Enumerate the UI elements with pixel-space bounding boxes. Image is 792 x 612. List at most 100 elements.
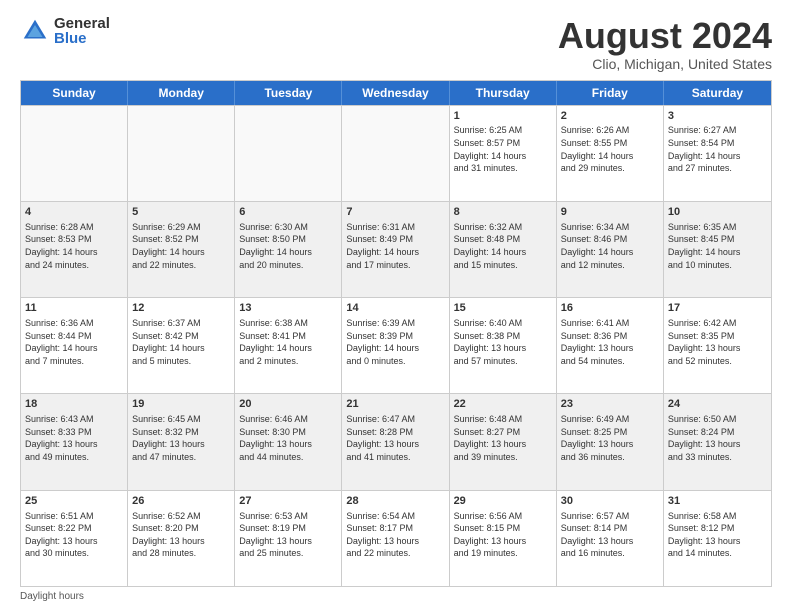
day-info: Sunrise: 6:42 AM Sunset: 8:35 PM Dayligh…: [668, 317, 767, 367]
day-info: Sunrise: 6:29 AM Sunset: 8:52 PM Dayligh…: [132, 221, 230, 271]
day-cell: 11Sunrise: 6:36 AM Sunset: 8:44 PM Dayli…: [21, 298, 128, 393]
day-info: Sunrise: 6:37 AM Sunset: 8:42 PM Dayligh…: [132, 317, 230, 367]
day-header: Thursday: [450, 81, 557, 105]
week-row: 25Sunrise: 6:51 AM Sunset: 8:22 PM Dayli…: [21, 490, 771, 586]
title-area: August 2024 Clio, Michigan, United State…: [558, 16, 772, 72]
day-info: Sunrise: 6:56 AM Sunset: 8:15 PM Dayligh…: [454, 510, 552, 560]
day-cell: 2Sunrise: 6:26 AM Sunset: 8:55 PM Daylig…: [557, 106, 664, 201]
day-cell: 22Sunrise: 6:48 AM Sunset: 8:27 PM Dayli…: [450, 394, 557, 489]
day-cell: 27Sunrise: 6:53 AM Sunset: 8:19 PM Dayli…: [235, 491, 342, 586]
day-number: 22: [454, 397, 552, 412]
day-info: Sunrise: 6:57 AM Sunset: 8:14 PM Dayligh…: [561, 510, 659, 560]
subtitle: Clio, Michigan, United States: [558, 56, 772, 72]
day-info: Sunrise: 6:27 AM Sunset: 8:54 PM Dayligh…: [668, 124, 767, 174]
week-row: 1Sunrise: 6:25 AM Sunset: 8:57 PM Daylig…: [21, 105, 771, 201]
day-info: Sunrise: 6:48 AM Sunset: 8:27 PM Dayligh…: [454, 413, 552, 463]
day-header: Saturday: [664, 81, 771, 105]
day-number: 29: [454, 494, 552, 509]
day-cell: 5Sunrise: 6:29 AM Sunset: 8:52 PM Daylig…: [128, 202, 235, 297]
day-cell: 4Sunrise: 6:28 AM Sunset: 8:53 PM Daylig…: [21, 202, 128, 297]
day-cell: 3Sunrise: 6:27 AM Sunset: 8:54 PM Daylig…: [664, 106, 771, 201]
week-row: 18Sunrise: 6:43 AM Sunset: 8:33 PM Dayli…: [21, 393, 771, 489]
footer-note: Daylight hours: [20, 591, 772, 602]
day-number: 12: [132, 301, 230, 316]
day-info: Sunrise: 6:40 AM Sunset: 8:38 PM Dayligh…: [454, 317, 552, 367]
day-cell: 6Sunrise: 6:30 AM Sunset: 8:50 PM Daylig…: [235, 202, 342, 297]
week-row: 4Sunrise: 6:28 AM Sunset: 8:53 PM Daylig…: [21, 201, 771, 297]
day-number: 23: [561, 397, 659, 412]
day-header: Monday: [128, 81, 235, 105]
day-number: 2: [561, 109, 659, 124]
day-cell: 15Sunrise: 6:40 AM Sunset: 8:38 PM Dayli…: [450, 298, 557, 393]
day-cell: 25Sunrise: 6:51 AM Sunset: 8:22 PM Dayli…: [21, 491, 128, 586]
day-cell: 26Sunrise: 6:52 AM Sunset: 8:20 PM Dayli…: [128, 491, 235, 586]
main-title: August 2024: [558, 16, 772, 56]
logo-text: General Blue: [54, 16, 110, 46]
logo-icon: [20, 16, 50, 46]
day-number: 6: [239, 205, 337, 220]
day-header: Friday: [557, 81, 664, 105]
day-number: 14: [346, 301, 444, 316]
day-cell: 29Sunrise: 6:56 AM Sunset: 8:15 PM Dayli…: [450, 491, 557, 586]
day-cell: 18Sunrise: 6:43 AM Sunset: 8:33 PM Dayli…: [21, 394, 128, 489]
day-cell: 9Sunrise: 6:34 AM Sunset: 8:46 PM Daylig…: [557, 202, 664, 297]
day-info: Sunrise: 6:58 AM Sunset: 8:12 PM Dayligh…: [668, 510, 767, 560]
day-number: 24: [668, 397, 767, 412]
day-info: Sunrise: 6:53 AM Sunset: 8:19 PM Dayligh…: [239, 510, 337, 560]
calendar-grid: 1Sunrise: 6:25 AM Sunset: 8:57 PM Daylig…: [21, 105, 771, 586]
day-number: 13: [239, 301, 337, 316]
day-cell: [342, 106, 449, 201]
day-number: 31: [668, 494, 767, 509]
logo-general: General: [54, 16, 110, 31]
day-info: Sunrise: 6:39 AM Sunset: 8:39 PM Dayligh…: [346, 317, 444, 367]
day-header: Wednesday: [342, 81, 449, 105]
day-number: 15: [454, 301, 552, 316]
day-info: Sunrise: 6:26 AM Sunset: 8:55 PM Dayligh…: [561, 124, 659, 174]
day-info: Sunrise: 6:47 AM Sunset: 8:28 PM Dayligh…: [346, 413, 444, 463]
day-info: Sunrise: 6:52 AM Sunset: 8:20 PM Dayligh…: [132, 510, 230, 560]
day-cell: [235, 106, 342, 201]
day-info: Sunrise: 6:41 AM Sunset: 8:36 PM Dayligh…: [561, 317, 659, 367]
logo-blue: Blue: [54, 31, 110, 46]
day-cell: 28Sunrise: 6:54 AM Sunset: 8:17 PM Dayli…: [342, 491, 449, 586]
day-number: 11: [25, 301, 123, 316]
day-cell: 23Sunrise: 6:49 AM Sunset: 8:25 PM Dayli…: [557, 394, 664, 489]
week-row: 11Sunrise: 6:36 AM Sunset: 8:44 PM Dayli…: [21, 297, 771, 393]
calendar: SundayMondayTuesdayWednesdayThursdayFrid…: [20, 80, 772, 587]
day-number: 8: [454, 205, 552, 220]
day-cell: 13Sunrise: 6:38 AM Sunset: 8:41 PM Dayli…: [235, 298, 342, 393]
day-number: 5: [132, 205, 230, 220]
day-info: Sunrise: 6:25 AM Sunset: 8:57 PM Dayligh…: [454, 124, 552, 174]
day-number: 19: [132, 397, 230, 412]
day-number: 27: [239, 494, 337, 509]
day-cell: 24Sunrise: 6:50 AM Sunset: 8:24 PM Dayli…: [664, 394, 771, 489]
day-info: Sunrise: 6:51 AM Sunset: 8:22 PM Dayligh…: [25, 510, 123, 560]
day-cell: 14Sunrise: 6:39 AM Sunset: 8:39 PM Dayli…: [342, 298, 449, 393]
day-number: 20: [239, 397, 337, 412]
day-number: 16: [561, 301, 659, 316]
day-number: 7: [346, 205, 444, 220]
day-info: Sunrise: 6:32 AM Sunset: 8:48 PM Dayligh…: [454, 221, 552, 271]
day-cell: 31Sunrise: 6:58 AM Sunset: 8:12 PM Dayli…: [664, 491, 771, 586]
day-number: 4: [25, 205, 123, 220]
day-info: Sunrise: 6:28 AM Sunset: 8:53 PM Dayligh…: [25, 221, 123, 271]
day-number: 1: [454, 109, 552, 124]
day-info: Sunrise: 6:30 AM Sunset: 8:50 PM Dayligh…: [239, 221, 337, 271]
day-info: Sunrise: 6:49 AM Sunset: 8:25 PM Dayligh…: [561, 413, 659, 463]
day-number: 30: [561, 494, 659, 509]
day-cell: 16Sunrise: 6:41 AM Sunset: 8:36 PM Dayli…: [557, 298, 664, 393]
day-info: Sunrise: 6:54 AM Sunset: 8:17 PM Dayligh…: [346, 510, 444, 560]
day-number: 28: [346, 494, 444, 509]
day-number: 17: [668, 301, 767, 316]
logo: General Blue: [20, 16, 110, 46]
day-info: Sunrise: 6:38 AM Sunset: 8:41 PM Dayligh…: [239, 317, 337, 367]
day-cell: 10Sunrise: 6:35 AM Sunset: 8:45 PM Dayli…: [664, 202, 771, 297]
day-info: Sunrise: 6:31 AM Sunset: 8:49 PM Dayligh…: [346, 221, 444, 271]
day-info: Sunrise: 6:43 AM Sunset: 8:33 PM Dayligh…: [25, 413, 123, 463]
day-info: Sunrise: 6:50 AM Sunset: 8:24 PM Dayligh…: [668, 413, 767, 463]
day-info: Sunrise: 6:34 AM Sunset: 8:46 PM Dayligh…: [561, 221, 659, 271]
day-number: 9: [561, 205, 659, 220]
day-cell: 1Sunrise: 6:25 AM Sunset: 8:57 PM Daylig…: [450, 106, 557, 201]
day-cell: [128, 106, 235, 201]
day-number: 18: [25, 397, 123, 412]
